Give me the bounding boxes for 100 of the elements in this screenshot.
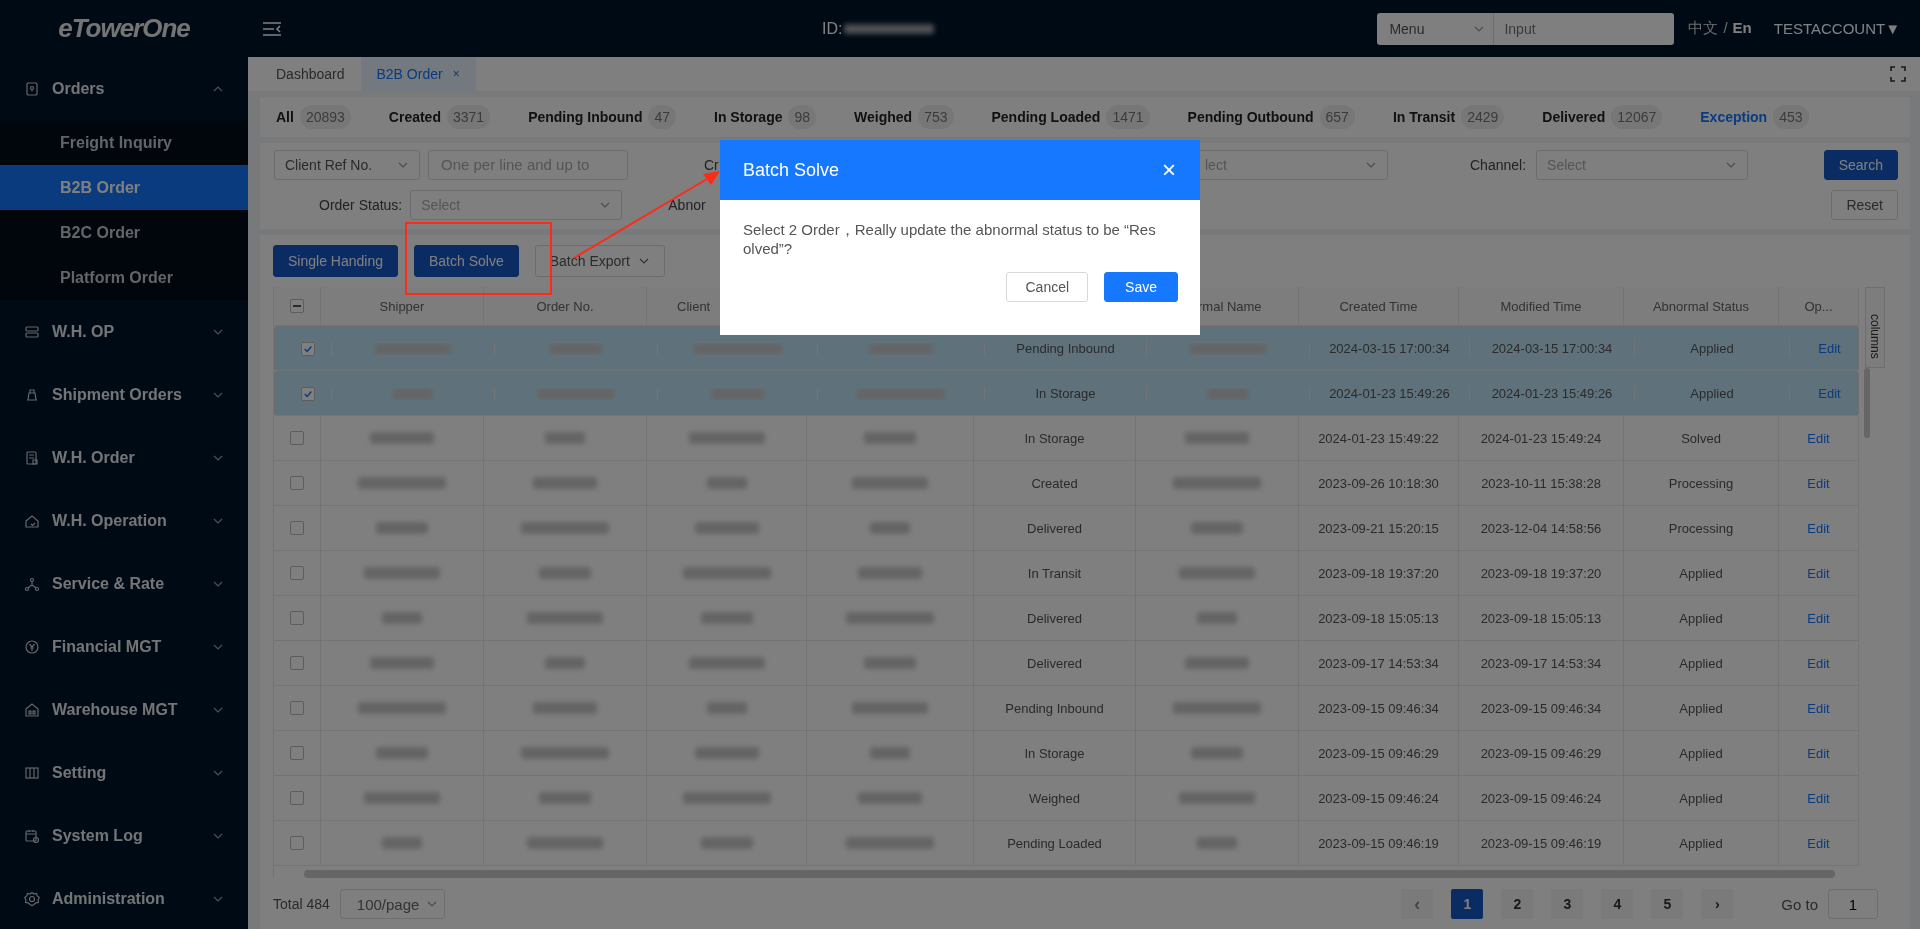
table-cell: Processing: [1668, 520, 1734, 536]
reset-button[interactable]: Reset: [1831, 190, 1898, 220]
table-row[interactable]: In Storage 2024-01-23 15:49:26 2024-01-23 15:49:26 Applied Edit: [274, 371, 1859, 416]
menu-label: Setting: [52, 763, 108, 782]
sidebar-item[interactable]: B2B Order: [0, 165, 248, 210]
page-button[interactable]: 5: [1651, 889, 1684, 919]
count-badge: 657: [1319, 105, 1355, 129]
page-size-select[interactable]: 100/page: [339, 889, 445, 919]
field-select[interactable]: Client Ref No.: [274, 150, 420, 180]
edit-link[interactable]: Edit: [1818, 386, 1841, 401]
table-row[interactable]: Pending Inbound 2024-03-15 17:00:34 2024-03-15 17:00:34 Applied Edit: [274, 326, 1859, 371]
table-row[interactable]: Delivered 2023-09-18 15:05:13 2023-09-18 15:05:13 Applied Edit: [274, 596, 1859, 641]
app-logo: eTowerOne: [57, 12, 191, 45]
previous-page-button[interactable]: ‹: [1401, 889, 1434, 919]
separator: /: [1723, 19, 1728, 38]
edit-link[interactable]: Edit: [1818, 341, 1841, 356]
table-cell: 2023-09-18 15:05:13: [1480, 610, 1602, 626]
table-row[interactable]: Pending Loaded 2023-09-15 09:46:19 2023-09-15 09:46:19 Applied Edit: [274, 821, 1859, 866]
sidebar-group[interactable]: Warehouse MGT: [0, 678, 248, 741]
sidebar-item[interactable]: B2C Order: [0, 210, 248, 255]
sidebar-item[interactable]: Freight Inquiry: [0, 120, 248, 165]
table-row[interactable]: Delivered 2023-09-17 14:53:34 2023-09-17 14:53:34 Applied Edit: [274, 641, 1859, 686]
search-button[interactable]: Search: [1823, 150, 1898, 180]
menu-label: W.H. OP: [52, 322, 116, 341]
sidebar-group[interactable]: Orders: [0, 57, 248, 120]
sidebar-group[interactable]: Administration: [0, 867, 248, 929]
edit-link[interactable]: Edit: [1807, 565, 1830, 581]
sidebar-group[interactable]: Shipment Orders: [0, 363, 248, 426]
count-badge: 753: [918, 105, 954, 129]
page-button[interactable]: 1: [1451, 889, 1484, 919]
account-menu[interactable]: TESTACCOUNT▼: [1773, 20, 1900, 37]
id-label: ID:: [822, 19, 843, 38]
page-button[interactable]: 4: [1601, 889, 1634, 919]
table-cell: 2023-09-18 19:37:20: [1318, 565, 1439, 581]
status-tab[interactable]: Created 3371: [388, 105, 491, 129]
page-button[interactable]: 2: [1501, 889, 1534, 919]
search-field[interactable]: Input: [1494, 12, 1675, 45]
menu-label: W.H. Operation: [52, 511, 168, 530]
next-page-button[interactable]: ›: [1701, 889, 1734, 919]
cancel-button[interactable]: Cancel: [1006, 272, 1089, 302]
status-tab[interactable]: In Transit 2429: [1392, 105, 1505, 129]
columns-tab[interactable]: columns: [1865, 287, 1885, 368]
table-cell: Pending Loaded: [1007, 835, 1102, 851]
sidebar-group[interactable]: W.H. OP: [0, 300, 248, 363]
edit-link[interactable]: Edit: [1807, 475, 1830, 491]
edit-link[interactable]: Edit: [1807, 835, 1830, 851]
table-row[interactable]: Delivered 2023-09-21 15:20:15 2023-12-04 14:58:56 Processing Edit: [274, 506, 1859, 551]
table-row[interactable]: In Storage 2023-09-15 09:46:29 2023-09-15 09:46:29 Applied Edit: [274, 731, 1859, 776]
table-cell: 2023-09-17 14:53:34: [1480, 655, 1602, 671]
menu-select[interactable]: Menu: [1377, 12, 1495, 45]
column-header[interactable]: Client: [677, 298, 711, 314]
column-header[interactable]: Modified Time: [1500, 298, 1582, 314]
action-button[interactable]: Batch Solve: [413, 245, 519, 277]
column-header[interactable]: Created Time: [1339, 298, 1418, 314]
edit-link[interactable]: Edit: [1807, 745, 1830, 761]
sidebar-group[interactable]: Service & Rate: [0, 552, 248, 615]
menu-label: Service & Rate: [52, 574, 166, 593]
page-tab[interactable]: B2B Order ×: [360, 57, 476, 91]
filter-label: Abnor: [668, 197, 706, 213]
page-button[interactable]: 3: [1551, 889, 1584, 919]
sidebar-group[interactable]: Financial MGT: [0, 615, 248, 678]
status-tab[interactable]: In Storage 98: [714, 105, 817, 129]
edit-link[interactable]: Edit: [1807, 790, 1830, 806]
sidebar-group[interactable]: W.H. Order: [0, 426, 248, 489]
page-number-field[interactable]: 1: [1828, 889, 1878, 919]
sidebar-group[interactable]: W.H. Operation: [0, 489, 248, 552]
sidebar-item[interactable]: Platform Order: [0, 255, 248, 300]
table-cell: Applied: [1690, 341, 1734, 356]
table-row[interactable]: Pending Inbound 2023-09-15 09:46:34 2023-09-15 09:46:34 Applied Edit: [274, 686, 1859, 731]
close-icon[interactable]: ×: [452, 67, 460, 81]
table-row[interactable]: In Storage 2024-01-23 15:49:22 2024-01-23 15:49:24 Solved Edit: [274, 416, 1859, 461]
edit-link[interactable]: Edit: [1807, 610, 1830, 626]
edit-link[interactable]: Edit: [1807, 520, 1830, 536]
column-header[interactable]: Op...: [1804, 298, 1833, 314]
column-header[interactable]: Order No.: [536, 298, 594, 314]
table-cell: 2023-09-18 15:05:13: [1318, 610, 1439, 626]
table-row[interactable]: In Transit 2023-09-18 19:37:20 2023-09-18 19:37:20 Applied Edit: [274, 551, 1859, 596]
column-header[interactable]: Abnormal Status: [1652, 298, 1750, 314]
language-option[interactable]: 中文: [1688, 19, 1719, 38]
status-tab[interactable]: All 20893: [276, 105, 351, 129]
table-row[interactable]: Weighed 2023-09-15 09:46:24 2023-09-15 09:46:24 Applied Edit: [274, 776, 1859, 821]
page-tab[interactable]: Dashboard: [260, 57, 361, 91]
status-tab[interactable]: Delivered 12067: [1542, 105, 1663, 129]
sidebar-group[interactable]: Setting: [0, 741, 248, 804]
status-tab[interactable]: Pending Loaded 1471: [991, 105, 1150, 129]
edit-link[interactable]: Edit: [1807, 655, 1830, 671]
status-tab[interactable]: Pending Inbound 47: [528, 105, 676, 129]
action-button[interactable]: Single Handing: [273, 245, 398, 277]
table-cell: Applied: [1679, 835, 1723, 851]
sidebar-group[interactable]: System Log: [0, 804, 248, 867]
count-badge: 12067: [1611, 105, 1663, 129]
column-header[interactable]: Shipper: [379, 298, 425, 314]
save-button[interactable]: Save: [1104, 272, 1178, 302]
edit-link[interactable]: Edit: [1807, 700, 1830, 716]
status-tab[interactable]: Exception 453: [1700, 105, 1809, 129]
language-option[interactable]: En: [1732, 19, 1752, 38]
edit-link[interactable]: Edit: [1807, 430, 1830, 446]
table-row[interactable]: Created 2023-09-26 10:18:30 2023-10-11 15:38:28 Processing Edit: [274, 461, 1859, 506]
status-tab[interactable]: Weighed 753: [854, 105, 954, 129]
status-tab[interactable]: Pending Outbound 657: [1187, 105, 1355, 129]
